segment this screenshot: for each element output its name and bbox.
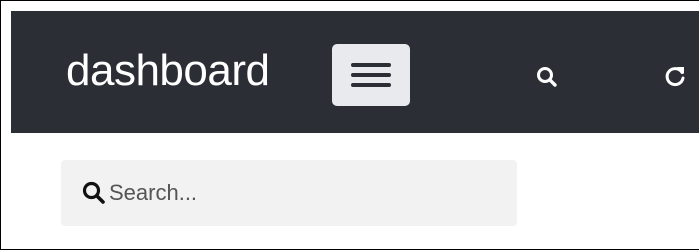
search-bar[interactable]	[61, 160, 517, 226]
nav-refresh-button[interactable]	[661, 63, 689, 91]
menu-toggle-button[interactable]	[332, 44, 410, 106]
top-navbar: dashboard	[11, 11, 699, 133]
brand-title[interactable]: dashboard	[66, 45, 270, 97]
refresh-icon	[665, 67, 685, 87]
search-input[interactable]	[109, 174, 499, 212]
search-icon	[82, 181, 105, 204]
nav-search-button[interactable]	[533, 63, 561, 91]
app-window: dashboard	[0, 0, 699, 250]
search-icon	[537, 67, 557, 87]
